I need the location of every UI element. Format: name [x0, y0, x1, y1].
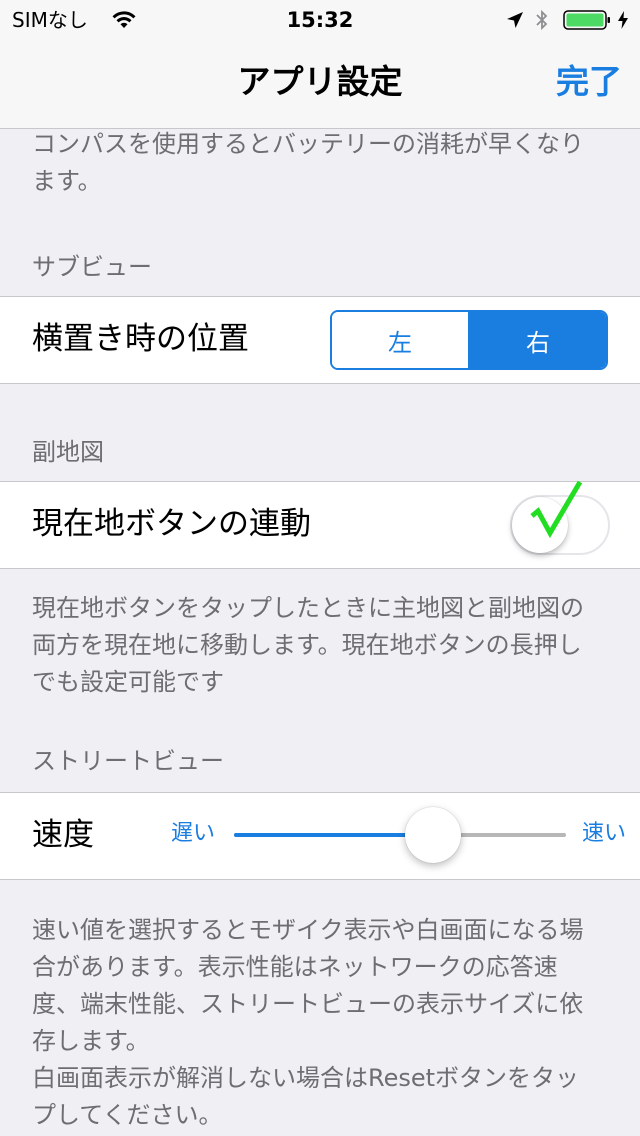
location-link-toggle[interactable] — [510, 495, 610, 555]
slider-min-label: 遅い — [171, 821, 216, 846]
subview-position-row: 横置き時の位置 左 右 — [0, 296, 640, 384]
segment-left[interactable]: 左 — [332, 312, 468, 368]
streetview-footer-text: 速い値を選択するとモザイク表示や白画面になる場 合があります。表示性能はネットワ… — [32, 916, 584, 1129]
bluetooth-icon — [536, 9, 548, 31]
toggle-knob — [512, 497, 568, 553]
slider-thumb[interactable] — [405, 807, 462, 863]
speed-row: 速度 遅い 速い — [0, 792, 640, 880]
slider-fill — [234, 833, 434, 837]
submap-footer-text: 現在地ボタンをタップしたときに主地図と副地図の 両方を現在地に移動します。現在地… — [32, 594, 584, 696]
speed-label: 速度 — [32, 817, 94, 853]
speed-slider[interactable] — [234, 807, 566, 863]
position-segmented-control[interactable]: 左 右 — [330, 310, 608, 370]
navigation-bar: アプリ設定 完了 — [0, 40, 640, 129]
slider-max-label: 速い — [582, 821, 627, 846]
subview-section-header: サブビュー — [32, 253, 152, 281]
submap-section-header: 副地図 — [32, 438, 104, 466]
page-title: アプリ設定 — [237, 62, 403, 101]
location-link-label: 現在地ボタンの連動 — [32, 506, 311, 542]
status-bar: SIMなし 15:32 — [0, 0, 640, 40]
settings-list[interactable]: コンパスを使用するとバッテリーの消耗が早くなり ます。 サブビュー 横置き時の位… — [0, 129, 640, 1136]
segment-right[interactable]: 右 — [468, 312, 606, 368]
charging-bolt-icon — [618, 11, 628, 29]
streetview-section-header: ストリートビュー — [32, 747, 224, 775]
done-button[interactable]: 完了 — [556, 62, 622, 102]
compass-footer-text: コンパスを使用するとバッテリーの消耗が早くなり ます。 — [32, 130, 584, 195]
subview-position-label: 横置き時の位置 — [32, 321, 249, 357]
location-arrow-icon — [507, 12, 523, 28]
location-link-row: 現在地ボタンの連動 — [0, 480, 640, 569]
battery-icon — [563, 10, 610, 30]
